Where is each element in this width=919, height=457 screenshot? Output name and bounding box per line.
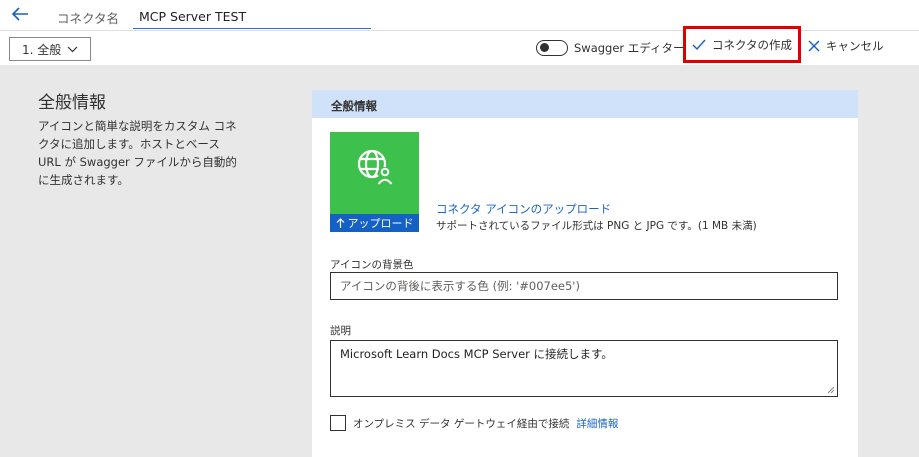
connector-name-input[interactable] bbox=[133, 4, 371, 29]
gateway-option: オンプレミス データ ゲートウェイ経由で接続 詳細情報 bbox=[330, 415, 618, 431]
section-description: アイコンと簡単な説明をカスタム コネクタに追加します。ホストとベース URL が… bbox=[38, 119, 237, 187]
chevron-down-icon bbox=[67, 46, 78, 52]
icon-bg-color-label: アイコンの背景色 bbox=[330, 259, 414, 271]
globe-person-icon bbox=[357, 149, 393, 185]
close-icon bbox=[808, 40, 820, 52]
create-connector-button[interactable]: コネクタの作成 bbox=[683, 26, 801, 63]
upload-button-label: アップロード bbox=[347, 217, 414, 230]
arrow-left-icon[interactable] bbox=[10, 5, 30, 23]
icon-bg-color-input[interactable] bbox=[330, 272, 838, 300]
cancel-button[interactable]: キャンセル bbox=[808, 38, 884, 54]
description-text: Microsoft Learn Docs MCP Server に接続します。 bbox=[340, 347, 613, 361]
learn-more-link[interactable]: 詳細情報 bbox=[576, 416, 618, 431]
checkmark-icon bbox=[692, 39, 706, 50]
swagger-editor-toggle[interactable]: Swagger エディター bbox=[536, 40, 685, 56]
gateway-checkbox[interactable] bbox=[330, 415, 346, 431]
upload-hint-text: サポートされているファイル形式は PNG と JPG です。(1 MB 未満) bbox=[436, 220, 757, 232]
description-label: 説明 bbox=[330, 325, 351, 337]
swagger-editor-label: Swagger エディター bbox=[574, 41, 685, 55]
cancel-label: キャンセル bbox=[826, 39, 884, 53]
gateway-label: オンプレミス データ ゲートウェイ経由で接続 bbox=[353, 417, 570, 430]
upload-arrow-icon bbox=[336, 217, 344, 228]
section-dropdown-label: 1. 全般 bbox=[22, 42, 62, 57]
card-header: 全般情報 bbox=[312, 90, 858, 118]
section-title: 全般情報 bbox=[38, 93, 106, 113]
general-info-card: 全般情報 アップロード コネクタ アイコンのアップロード サポートされているファ… bbox=[312, 90, 858, 457]
description-textarea[interactable]: Microsoft Learn Docs MCP Server に接続します。 bbox=[330, 340, 838, 397]
upload-icon-link[interactable]: コネクタ アイコンのアップロード bbox=[436, 201, 611, 217]
connector-name-label: コネクタ名 bbox=[57, 11, 120, 26]
section-dropdown[interactable]: 1. 全般 bbox=[9, 37, 91, 61]
resize-grip-icon[interactable] bbox=[827, 386, 835, 394]
create-connector-label: コネクタの作成 bbox=[711, 37, 793, 52]
upload-button[interactable]: アップロード bbox=[330, 214, 419, 232]
toggle-switch[interactable] bbox=[536, 40, 568, 56]
toggle-knob bbox=[540, 43, 549, 52]
connector-icon-preview: アップロード bbox=[330, 132, 419, 232]
